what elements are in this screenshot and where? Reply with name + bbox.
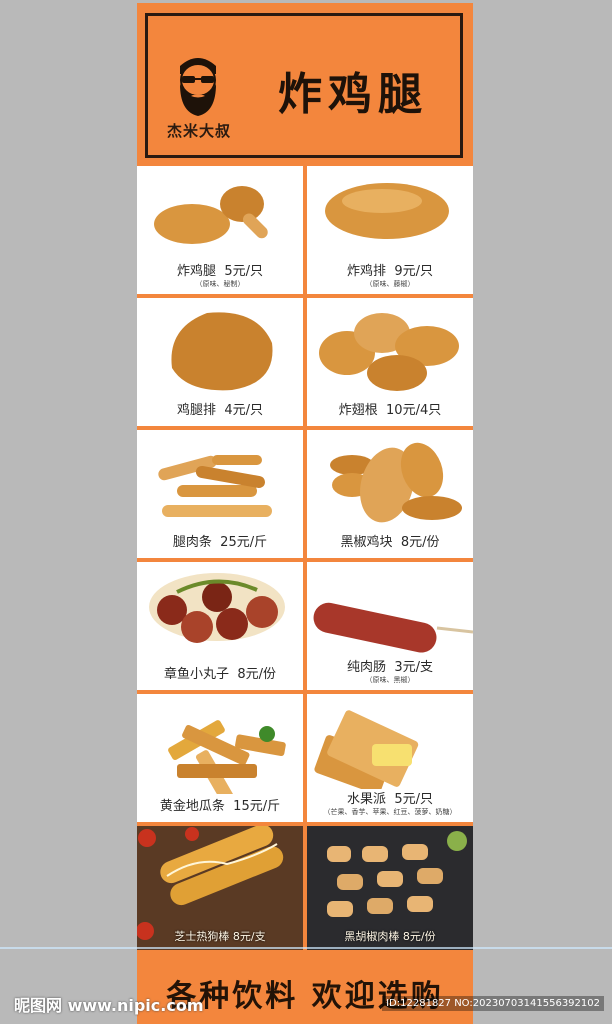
takoyaki-image bbox=[149, 573, 285, 643]
item-note: （原味、秘制） bbox=[195, 280, 245, 288]
divider-line bbox=[0, 947, 612, 949]
fruit-pie-image bbox=[314, 710, 419, 789]
black-pepper-nuggets-image bbox=[330, 442, 462, 523]
menu-item-takoyaki: 章鱼小丸子 8元/份 bbox=[137, 562, 303, 690]
menu-item-fried-drumstick: 炸鸡腿 5元/只 （原味、秘制） bbox=[137, 166, 303, 294]
item-name-price: 鸡腿排 4元/只 bbox=[177, 403, 263, 418]
menu-item-pure-meat-sausage: 纯肉肠 3元/支 （原味、黑椒） bbox=[307, 562, 473, 690]
item-name-price: 炸鸡腿 5元/只 bbox=[177, 264, 263, 279]
item-name-price: 黄金地瓜条 15元/斤 bbox=[159, 799, 281, 814]
fried-wing-root-image bbox=[319, 313, 459, 391]
watermark-site: 昵图网 www.nipic.com bbox=[14, 996, 204, 1015]
menu-item-thigh-strips: 腿肉条 25元/斤 bbox=[137, 430, 303, 558]
fried-chicken-cutlet-image bbox=[325, 183, 449, 239]
item-note: （原味、藤椒） bbox=[365, 280, 415, 288]
menu-item-cheese-hotdog: 芝士热狗棒 8元/支 bbox=[137, 826, 303, 950]
fried-drumstick-image bbox=[154, 186, 268, 244]
drumstick-steak-image bbox=[171, 312, 273, 391]
item-name-price: 水果派 5元/只 bbox=[347, 792, 433, 807]
item-name-price: 黑椒鸡块 8元/份 bbox=[340, 535, 440, 550]
menu-item-fried-wing-root: 炸翅根 10元/4只 bbox=[307, 298, 473, 426]
sausage-image bbox=[313, 602, 473, 653]
menu-item-drumstick-steak: 鸡腿排 4元/只 bbox=[137, 298, 303, 426]
thigh-strips-image bbox=[158, 455, 272, 517]
item-name-price: 腿肉条 25元/斤 bbox=[172, 535, 268, 550]
item-name-price: 纯肉肠 3元/支 bbox=[347, 660, 433, 675]
item-note: （原味、黑椒） bbox=[365, 676, 415, 684]
item-name-price: 炸鸡排 9元/只 bbox=[347, 264, 433, 279]
menu-item-fried-chicken-cutlet: 炸鸡排 9元/只 （原味、藤椒） bbox=[307, 166, 473, 294]
poster-header: 杰米大叔 炸鸡腿 bbox=[145, 13, 463, 158]
watermark-id: ID:12281827 NO:20230703141556392102 bbox=[382, 996, 604, 1011]
item-name-price: 炸翅根 10元/4只 bbox=[338, 403, 442, 418]
menu-item-black-pepper-nuggets: 黑椒鸡块 8元/份 bbox=[307, 430, 473, 558]
photo-label: 芝士热狗棒 8元/支 bbox=[174, 930, 266, 943]
photo-label: 黑胡椒肉棒 8元/份 bbox=[344, 930, 436, 943]
menu-item-fruit-pie: 水果派 5元/只 （芒果、香芋、苹果、红豆、菠萝、奶糖） bbox=[307, 694, 473, 822]
menu-item-golden-sweet-potato-fries: 黄金地瓜条 15元/斤 bbox=[137, 694, 303, 822]
page-title: 炸鸡腿 bbox=[278, 69, 428, 120]
item-name-price: 章鱼小丸子 8元/份 bbox=[164, 667, 276, 682]
item-note: （芒果、香芋、苹果、红豆、菠萝、奶糖） bbox=[323, 808, 457, 816]
menu-poster: 杰米大叔 炸鸡腿 炸鸡腿 5元/只 （原味、秘制） 炸鸡排 9元/只 （原味、藤… bbox=[137, 3, 473, 1024]
sweet-potato-fries-image bbox=[168, 720, 286, 794]
menu-item-black-pepper-meat-roll: 黑胡椒肉棒 8元/份 bbox=[307, 826, 473, 950]
brand-name: 杰米大叔 bbox=[166, 122, 231, 140]
